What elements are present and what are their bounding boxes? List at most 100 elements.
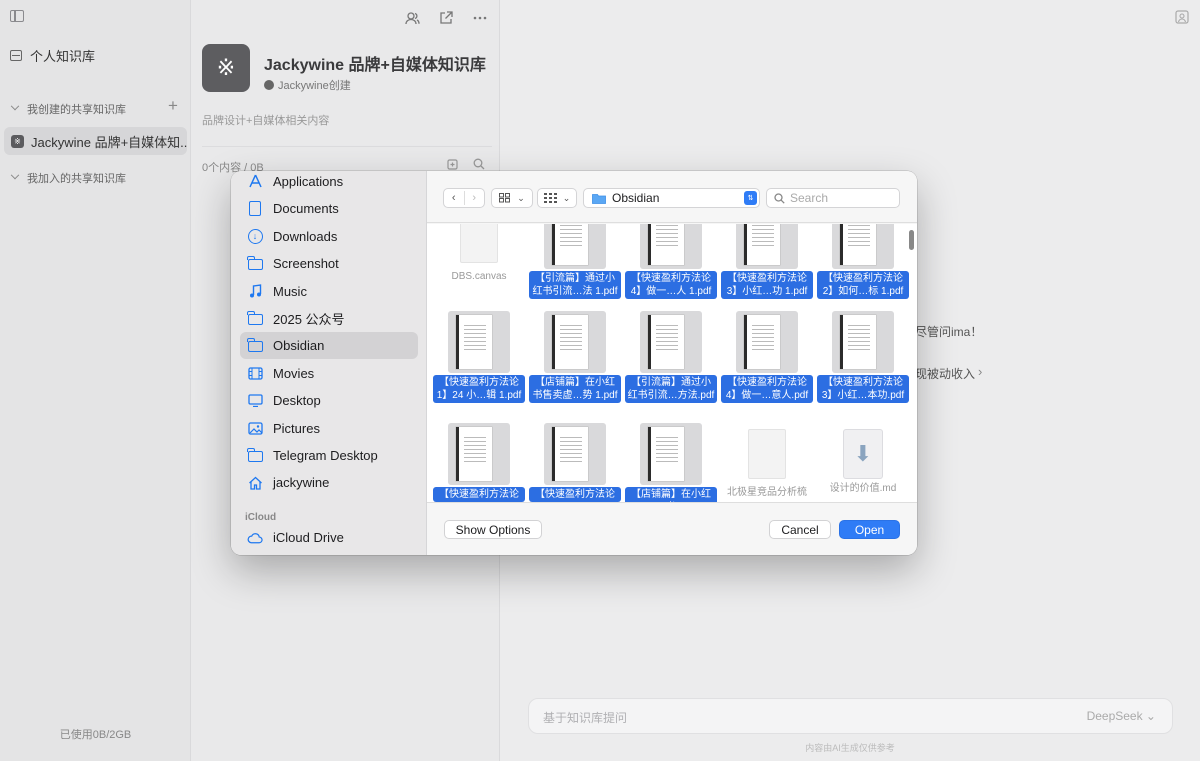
more-icon[interactable] (472, 10, 488, 26)
sidebar-item-label: Movies (273, 365, 315, 381)
movies-icon (247, 365, 263, 381)
show-options-button[interactable]: Show Options (444, 520, 542, 539)
group-grid-icon (543, 193, 557, 203)
avatar (264, 80, 274, 90)
sidebar-item-label: Screenshot (273, 256, 339, 272)
music-icon (247, 283, 263, 299)
open-file-dialog: Applications Documents ↓ Downloads Screensho… (231, 171, 917, 555)
ask-input-box[interactable]: 基于知识库提问 DeepSeek ⌄ (528, 698, 1173, 734)
group-by-button[interactable]: ⌄ (537, 188, 577, 208)
file-name: DBS.canvas (451, 271, 507, 282)
sidebar-item-documents[interactable]: Documents (240, 195, 418, 222)
sidebar-item-label: Telegram Desktop (273, 448, 378, 463)
search-placeholder: Search (790, 191, 829, 205)
home-icon (247, 475, 263, 491)
pdf-thumbnail-icon (736, 311, 798, 373)
folder-icon (247, 256, 263, 272)
sidebar-item-desktop[interactable]: Desktop (240, 387, 418, 414)
ask-input-placeholder: 基于知识库提问 (543, 711, 628, 725)
sidebar-item-label: Desktop (273, 393, 321, 409)
popup-stepper-icon: ⇅ (744, 191, 757, 205)
kb-logo-icon: ※ (11, 134, 24, 148)
sidebar-item-2025-公众号[interactable]: 2025 公众号 (240, 305, 418, 332)
chevron-down-icon (10, 170, 20, 180)
file-item[interactable]: 【引流篇】通过小红书引流…法 1.pdf (529, 224, 621, 299)
view-mode-button[interactable]: ⌄ (491, 188, 533, 208)
my-shared-kb-label: 我创建的共享知识库 (27, 104, 126, 116)
members-icon[interactable] (404, 10, 420, 26)
joined-shared-kb-header[interactable]: 我加入的共享知识库 (10, 170, 126, 186)
location-popup[interactable]: Obsidian ⇅ (583, 188, 760, 208)
file-name: 【快速盈利方法论3】小红…功 1.pdf (721, 271, 813, 299)
user-icon[interactable] (1175, 10, 1191, 26)
file-item[interactable]: DBS.canvas (433, 224, 525, 284)
downloads-icon: ↓ (247, 228, 263, 244)
sidebar-item-obsidian[interactable]: Obsidian (240, 332, 418, 360)
sidebar-item-label: jackywine (273, 475, 330, 491)
kb-creator-label: Jackywine创建 (278, 80, 351, 92)
search-icon (774, 192, 785, 204)
joined-shared-kb-label: 我加入的共享知识库 (27, 173, 126, 185)
file-item[interactable]: 【店铺篇】在小红书 (625, 423, 717, 502)
file-item[interactable]: 北极星竞品分析梳 (721, 423, 813, 500)
file-name: 【快速盈利方法论4】做一…人 1.pdf (625, 271, 717, 299)
sidebar-item-applications[interactable]: Applications (240, 171, 418, 195)
file-item[interactable]: 【引流篇】通过小红书引流…方法.pdf (625, 311, 717, 403)
file-item[interactable]: 【快速盈利方法论 (529, 423, 621, 502)
file-name: 【引流篇】通过小红书引流…法 1.pdf (529, 271, 621, 299)
kb-toolbar (404, 10, 488, 26)
file-name: 【快速盈利方法论1】24 小…辑 1.pdf (433, 375, 525, 403)
file-name: 【快速盈利方法论4】做一…意人.pdf (721, 375, 813, 403)
search-field[interactable]: Search (766, 188, 900, 208)
file-item[interactable]: 【快速盈利方法论1】24 小…辑 1.pdf (433, 311, 525, 403)
add-kb-icon[interactable]: + (168, 97, 178, 114)
file-name: 设计的价值.md (829, 483, 897, 494)
personal-kb-item[interactable]: 个人知识库 (10, 46, 95, 65)
sidebar-item-movies[interactable]: Movies (240, 360, 418, 387)
kb-cover-icon: ※ (202, 44, 250, 92)
back-button[interactable]: ‹ (444, 192, 464, 204)
my-shared-kb-header[interactable]: 我创建的共享知识库 (10, 101, 126, 117)
sidebar-item-screenshot[interactable]: Screenshot (240, 250, 418, 277)
suggestion-chip[interactable]: 现被动收入 (915, 365, 975, 382)
scrollbar[interactable] (909, 230, 914, 250)
sidebar-toggle-icon[interactable] (10, 10, 24, 22)
chevron-down-icon (10, 101, 20, 111)
folder-icon (247, 311, 263, 327)
file-item[interactable]: 【快速盈利方法论3】小红…功 1.pdf (721, 224, 813, 299)
open-button[interactable]: Open (839, 520, 900, 539)
pdf-thumbnail-icon (544, 224, 606, 269)
file-item[interactable]: 【快速盈利方法论4】做一…人 1.pdf (625, 224, 717, 299)
sidebar-item-label: Documents (273, 201, 339, 217)
file-name: 【快速盈利方法论 (529, 487, 621, 502)
app-sidebar: 个人知识库 我创建的共享知识库 + ※ Jackywine 品牌+自媒体知...… (0, 0, 191, 761)
sidebar-item-downloads[interactable]: ↓ Downloads (240, 223, 418, 250)
file-item[interactable]: 【店铺篇】在小红书售卖虚…势 1.pdf (529, 311, 621, 403)
sidebar-item-music[interactable]: Music (240, 278, 418, 305)
welcome-text: 尽管问ima！ (915, 325, 983, 339)
sidebar-item-jackywine[interactable]: jackywine (240, 469, 418, 496)
folder-icon (247, 448, 263, 464)
pdf-thumbnail-icon (544, 311, 606, 373)
sidebar-item-kb[interactable]: ※ Jackywine 品牌+自媒体知... (4, 127, 187, 155)
file-name: 【快速盈利方法论2】如何…标 1.pdf (817, 271, 909, 299)
file-item[interactable]: 【快速盈利方法论4】做一…意人.pdf (721, 311, 813, 403)
model-selector[interactable]: DeepSeek ⌄ (1087, 709, 1156, 723)
cancel-button[interactable]: Cancel (769, 520, 831, 539)
generic-file-icon (460, 224, 498, 263)
forward-button[interactable]: › (464, 192, 484, 204)
file-item[interactable]: 【快速盈利方法论 (433, 423, 525, 502)
file-item[interactable]: ⬇ 设计的价值.md (817, 423, 909, 496)
file-name: 【店铺篇】在小红书售卖虚…势 1.pdf (529, 375, 621, 403)
file-item[interactable]: 【快速盈利方法论3】小红…本功.pdf (817, 311, 909, 403)
file-item[interactable]: 【快速盈利方法论2】如何…标 1.pdf (817, 224, 909, 299)
icon-grid-icon (499, 193, 511, 203)
sidebar-item-pictures[interactable]: Pictures (240, 415, 418, 442)
sidebar-item-icloud-drive[interactable]: iCloud Drive (240, 524, 418, 551)
cloud-icon (247, 530, 263, 546)
sidebar-item-telegram-desktop[interactable]: Telegram Desktop (240, 442, 418, 469)
dialog-sidebar: Applications Documents ↓ Downloads Screensho… (231, 171, 427, 555)
desktop-icon (247, 393, 263, 409)
document-icon (247, 201, 263, 217)
share-icon[interactable] (438, 10, 454, 26)
